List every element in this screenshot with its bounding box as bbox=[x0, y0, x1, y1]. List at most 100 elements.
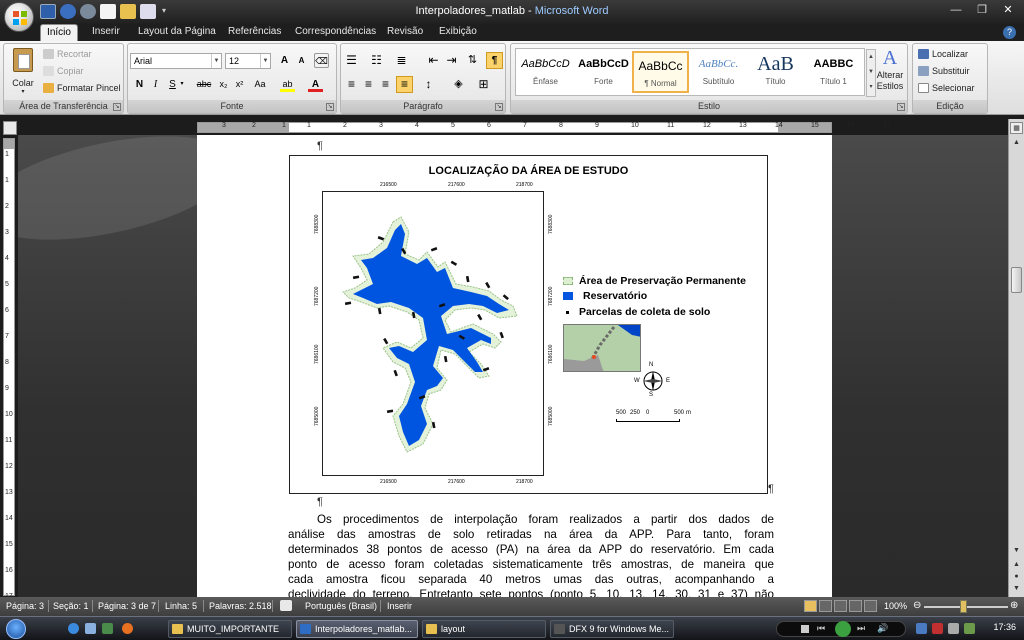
borders-icon[interactable]: ⊞ bbox=[476, 77, 491, 92]
highlight-icon[interactable]: ab bbox=[280, 77, 295, 92]
web-layout-view-icon[interactable] bbox=[834, 600, 847, 612]
bold-button[interactable]: N bbox=[132, 77, 147, 92]
ie-icon[interactable] bbox=[68, 623, 79, 634]
map-figure[interactable]: LOCALIZAÇÃO DA ÁREA DE ESTUDO Área de Pr… bbox=[289, 155, 768, 494]
print-layout-view-icon[interactable] bbox=[804, 600, 817, 612]
select-button[interactable]: Selecionar bbox=[917, 81, 975, 95]
change-case-button[interactable]: Aa bbox=[250, 77, 270, 92]
body-paragraph[interactable]: Os procedimentos de interpolação foram r… bbox=[288, 512, 774, 597]
status-language[interactable]: Português (Brasil) bbox=[305, 600, 377, 612]
power-icon[interactable] bbox=[964, 623, 975, 634]
switch-windows-icon[interactable] bbox=[102, 623, 113, 634]
zoom-slider-knob[interactable] bbox=[960, 600, 967, 613]
browse-object-icon[interactable]: ● bbox=[1010, 571, 1023, 583]
italic-button[interactable]: I bbox=[148, 77, 163, 92]
clock[interactable]: 17:36 bbox=[993, 622, 1016, 632]
previous-track-icon[interactable]: ⏮ bbox=[817, 623, 825, 634]
paragraph-launcher-icon[interactable]: ↘ bbox=[495, 103, 503, 111]
bullets-icon[interactable]: ☰ bbox=[344, 53, 359, 68]
underline-dropdown-icon[interactable]: ▾ bbox=[178, 77, 186, 92]
grow-font-button[interactable]: A bbox=[277, 53, 292, 68]
vertical-scrollbar[interactable]: ▦ ▲ ▼ ▲ ● ▼ bbox=[1008, 119, 1024, 597]
previous-page-icon[interactable]: ▲ bbox=[1010, 559, 1023, 571]
paste-button[interactable]: Colar ▾ bbox=[8, 46, 38, 98]
style-strong[interactable]: AaBbCcD Forte bbox=[576, 51, 631, 93]
align-right-icon[interactable]: ≡ bbox=[378, 77, 393, 92]
tab-layout[interactable]: Layout da Página bbox=[132, 24, 222, 41]
zoom-out-icon[interactable]: ⊖ bbox=[913, 600, 921, 612]
scroll-thumb[interactable] bbox=[1011, 267, 1022, 293]
cut-button[interactable]: Recortar bbox=[42, 47, 92, 61]
tab-inserir[interactable]: Inserir bbox=[86, 24, 126, 41]
change-styles-button[interactable]: A Alterar Estilos bbox=[873, 46, 907, 100]
firefox-icon[interactable] bbox=[122, 623, 133, 634]
style-heading1[interactable]: AABBC Título 1 bbox=[806, 51, 861, 93]
strikethrough-button[interactable]: abc bbox=[194, 77, 214, 92]
show-desktop-icon[interactable] bbox=[85, 623, 96, 634]
office-button[interactable] bbox=[4, 2, 34, 32]
tab-exibicao[interactable]: Exibição bbox=[433, 24, 483, 41]
start-button[interactable] bbox=[6, 619, 26, 639]
show-marks-icon[interactable]: ¶ bbox=[486, 52, 503, 69]
vertical-ruler[interactable]: 11234567891011121314151617 bbox=[3, 138, 15, 600]
tab-correspondencias[interactable]: Correspondências bbox=[289, 24, 382, 41]
find-button[interactable]: Localizar bbox=[917, 47, 968, 61]
style-emphasis[interactable]: AaBbCcD Ênfase bbox=[518, 51, 573, 93]
clear-format-icon[interactable]: ⌫ bbox=[314, 53, 329, 68]
scroll-up-icon[interactable]: ▲ bbox=[1010, 137, 1023, 149]
clipboard-launcher-icon[interactable]: ↘ bbox=[113, 103, 121, 111]
task-layout[interactable]: layout bbox=[422, 620, 546, 638]
ruler-toggle-icon[interactable]: ▦ bbox=[1010, 122, 1023, 134]
status-mode[interactable]: Inserir bbox=[387, 600, 412, 612]
task-word-document[interactable]: Interpoladores_matlab... bbox=[296, 620, 418, 638]
subscript-button[interactable]: x₂ bbox=[216, 77, 231, 92]
tab-revisao[interactable]: Revisão bbox=[381, 24, 429, 41]
shrink-font-button[interactable]: A bbox=[294, 53, 309, 68]
stop-icon[interactable] bbox=[801, 625, 809, 633]
restore-icon[interactable]: ❐ bbox=[972, 3, 992, 17]
volume-icon[interactable]: 🔊 bbox=[877, 623, 888, 634]
full-screen-view-icon[interactable] bbox=[819, 600, 832, 612]
speaker-icon[interactable] bbox=[948, 623, 959, 634]
line-spacing-icon[interactable]: ↕ bbox=[421, 77, 436, 92]
task-muito-importante[interactable]: MUITO_IMPORTANTE bbox=[168, 620, 292, 638]
security-icon[interactable] bbox=[932, 623, 943, 634]
replace-button[interactable]: Substituir bbox=[917, 64, 970, 78]
align-left-icon[interactable]: ≡ bbox=[344, 77, 359, 92]
status-page[interactable]: Página: 3 bbox=[6, 600, 44, 612]
zoom-in-icon[interactable]: ⊕ bbox=[1010, 600, 1018, 612]
increase-indent-icon[interactable]: ⇥ bbox=[444, 53, 459, 68]
multilevel-list-icon[interactable]: ≣ bbox=[394, 53, 409, 68]
tab-referencias[interactable]: Referências bbox=[222, 24, 287, 41]
shading-icon[interactable]: ◈ bbox=[451, 77, 466, 92]
scroll-down-icon[interactable]: ▼ bbox=[1010, 545, 1023, 557]
task-dfx[interactable]: DFX 9 for Windows Me... bbox=[550, 620, 674, 638]
next-page-icon[interactable]: ▼ bbox=[1010, 583, 1023, 595]
styles-launcher-icon[interactable]: ↘ bbox=[897, 103, 905, 111]
spellcheck-icon[interactable] bbox=[280, 600, 292, 611]
style-normal[interactable]: AaBbCc ¶ Normal bbox=[632, 51, 689, 93]
next-track-icon[interactable]: ⏭ bbox=[857, 623, 865, 634]
tab-inicio[interactable]: Início bbox=[40, 24, 78, 41]
status-line[interactable]: Linha: 5 bbox=[165, 600, 197, 612]
close-icon[interactable]: ✕ bbox=[998, 3, 1018, 17]
draft-view-icon[interactable] bbox=[864, 600, 877, 612]
justify-icon[interactable]: ≡ bbox=[396, 76, 413, 93]
status-pages[interactable]: Página: 3 de 7 bbox=[98, 600, 156, 612]
sort-icon[interactable]: ⇅ bbox=[465, 53, 480, 68]
font-name-combo[interactable]: Arial ▼ bbox=[130, 53, 222, 69]
superscript-button[interactable]: x² bbox=[232, 77, 247, 92]
font-launcher-icon[interactable]: ↘ bbox=[326, 103, 334, 111]
tab-selector-icon[interactable] bbox=[3, 121, 17, 135]
help-icon[interactable]: ? bbox=[1003, 26, 1016, 39]
align-center-icon[interactable]: ≡ bbox=[361, 77, 376, 92]
zoom-level[interactable]: 100% bbox=[884, 600, 907, 612]
font-color-icon[interactable]: A bbox=[308, 77, 323, 92]
style-title[interactable]: AaB Título bbox=[748, 51, 803, 93]
format-painter-button[interactable]: Formatar Pincel bbox=[42, 81, 121, 95]
play-pause-icon[interactable] bbox=[835, 621, 851, 637]
minimize-icon[interactable]: — bbox=[946, 3, 966, 17]
document-page[interactable]: ¶ LOCALIZAÇÃO DA ÁREA DE ESTUDO Área de … bbox=[197, 135, 832, 597]
outline-view-icon[interactable] bbox=[849, 600, 862, 612]
status-words[interactable]: Palavras: 2.518 bbox=[209, 600, 272, 612]
